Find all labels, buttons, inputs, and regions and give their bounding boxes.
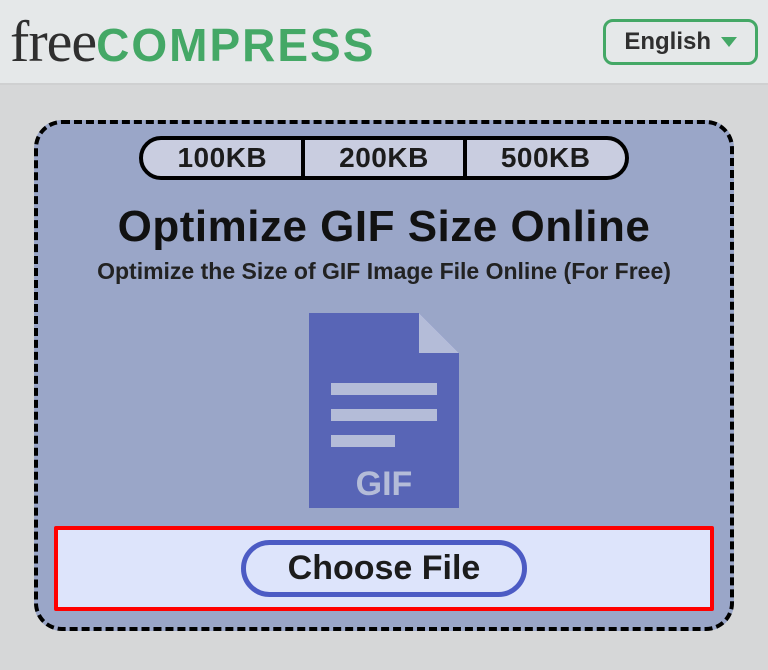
language-label: English xyxy=(624,28,711,56)
size-preset-group: 100KB 200KB 500KB xyxy=(54,136,714,180)
choose-file-button[interactable]: Choose File xyxy=(241,540,528,597)
logo-free-text: free xyxy=(10,13,96,71)
gif-file-icon: GIF xyxy=(54,313,714,508)
file-badge-text: GIF xyxy=(356,465,413,503)
page-subtitle: Optimize the Size of GIF Image File Onli… xyxy=(54,258,714,285)
size-preset-500kb[interactable]: 500KB xyxy=(463,136,629,180)
page-title: Optimize GIF Size Online xyxy=(54,202,714,252)
size-preset-100kb[interactable]: 100KB xyxy=(139,136,305,180)
language-select[interactable]: English xyxy=(603,19,758,65)
upload-panel: 100KB 200KB 500KB Optimize GIF Size Onli… xyxy=(34,120,734,631)
logo-compress-text: COMPRESS xyxy=(96,22,375,68)
choose-file-bar: Choose File xyxy=(54,526,714,611)
app-header: free COMPRESS English xyxy=(0,0,768,85)
brand-logo[interactable]: free COMPRESS xyxy=(10,13,375,71)
size-preset-200kb[interactable]: 200KB xyxy=(305,136,463,180)
caret-down-icon xyxy=(721,37,737,47)
